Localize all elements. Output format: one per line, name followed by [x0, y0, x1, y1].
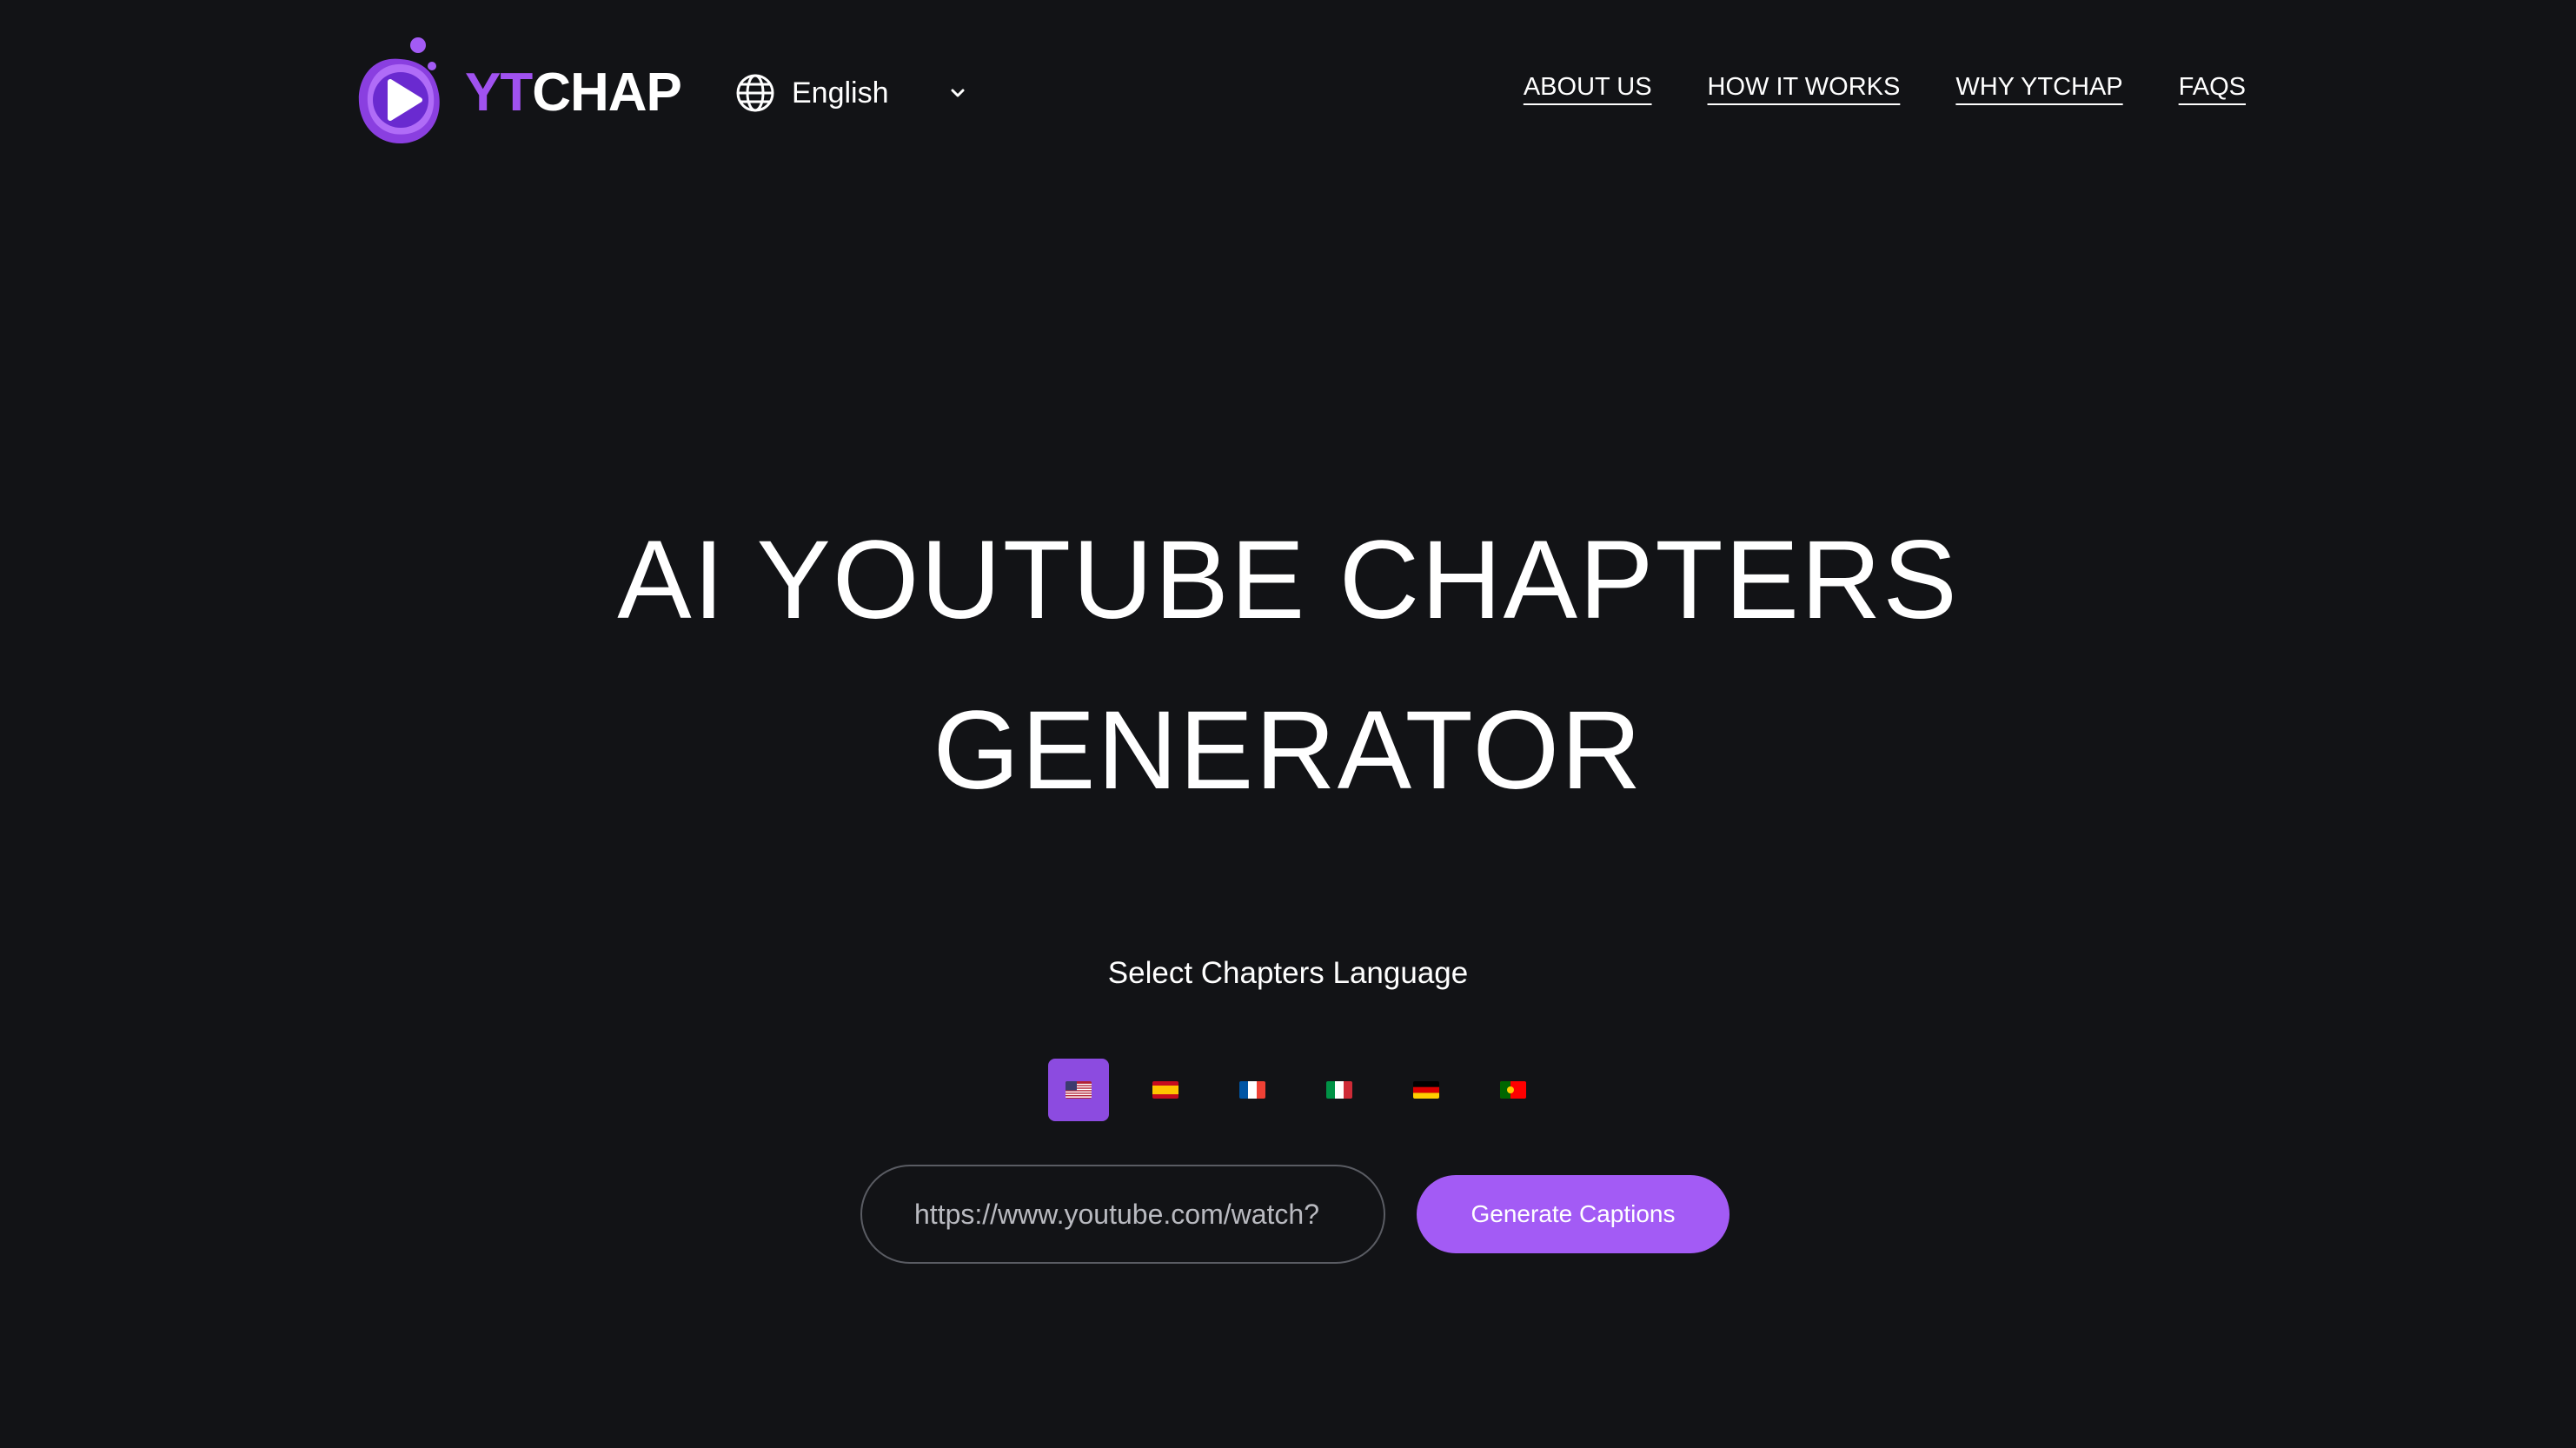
hero-title: AI YOUTUBE CHAPTERS GENERATOR	[0, 495, 2576, 836]
globe-icon	[736, 74, 774, 112]
chapters-language-label: Select Chapters Language	[1107, 956, 1469, 990]
hero-title-line-2: GENERATOR	[933, 688, 1643, 813]
play-logo-icon	[358, 37, 440, 144]
brand-name-chap: CHAP	[532, 62, 682, 123]
main-nav: ABOUT US HOW IT WORKS WHY YTCHAP FAQS	[1524, 73, 2246, 102]
nav-faqs[interactable]: FAQS	[2179, 73, 2246, 102]
fr-flag-icon	[1239, 1081, 1265, 1099]
brand-name-yt: YT	[465, 62, 533, 123]
de-flag-icon	[1413, 1081, 1439, 1099]
youtube-url-input[interactable]	[860, 1165, 1385, 1264]
flag-option-it[interactable]	[1309, 1059, 1370, 1121]
site-language-label: English	[792, 76, 889, 110]
chevron-down-icon	[951, 89, 965, 97]
it-flag-icon	[1326, 1081, 1352, 1099]
brand-name: YTCHAP	[465, 62, 682, 123]
flag-option-pt[interactable]	[1483, 1059, 1544, 1121]
chapters-language-flags	[1048, 1059, 1544, 1121]
page: YTCHAP English ABOUT US HOW IT WORKS WHY…	[0, 0, 2576, 1448]
hero-title-line-1: AI YOUTUBE CHAPTERS	[617, 518, 1959, 642]
flag-option-de[interactable]	[1396, 1059, 1457, 1121]
pt-flag-icon	[1500, 1081, 1526, 1099]
es-flag-icon	[1152, 1081, 1178, 1099]
generate-captions-button[interactable]: Generate Captions	[1417, 1175, 1730, 1253]
flag-option-es[interactable]	[1135, 1059, 1196, 1121]
site-language-select[interactable]: English	[734, 70, 969, 116]
nav-why-ytchap[interactable]: WHY YTCHAP	[1955, 73, 2122, 102]
flag-option-us[interactable]	[1048, 1059, 1109, 1121]
flag-option-fr[interactable]	[1222, 1059, 1283, 1121]
nav-how-it-works[interactable]: HOW IT WORKS	[1708, 73, 1901, 102]
brand-logo[interactable]: YTCHAP	[352, 33, 682, 151]
nav-about-us[interactable]: ABOUT US	[1524, 73, 1652, 102]
us-flag-icon	[1066, 1081, 1092, 1099]
